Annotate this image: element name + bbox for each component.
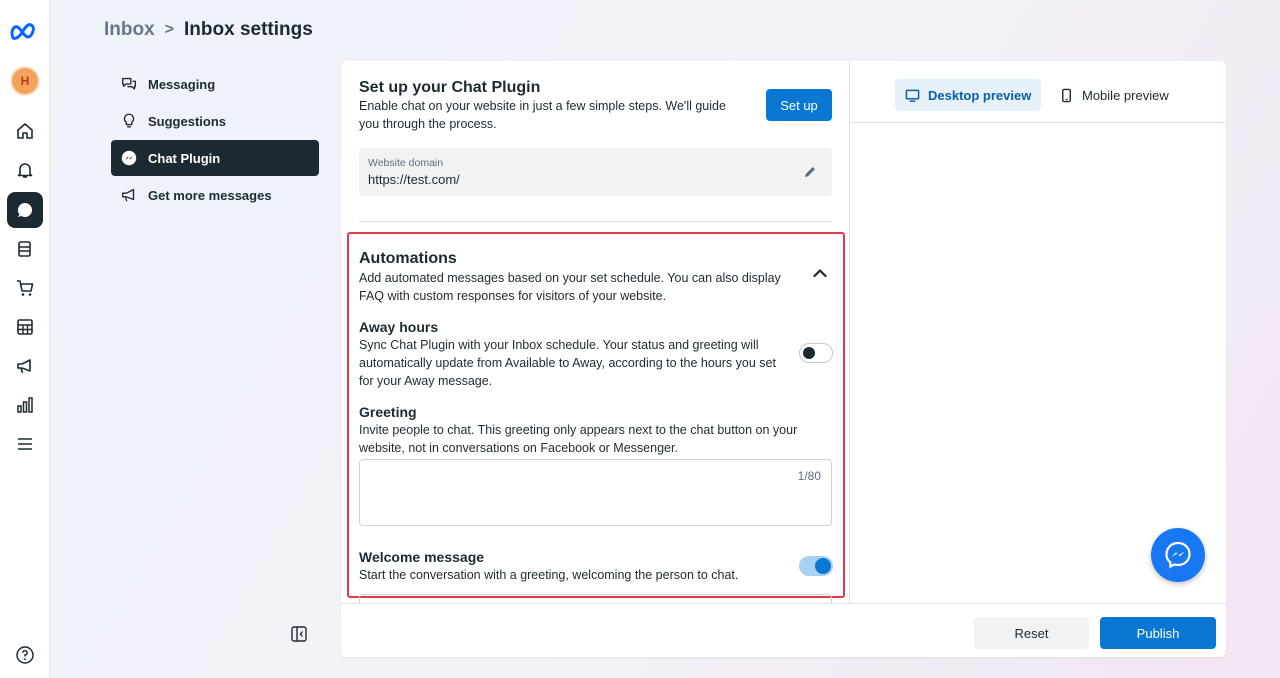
chat-plugin-card: Set up your Chat Plugin Enable chat on y…	[341, 61, 1226, 657]
welcome-message-input[interactable]	[359, 594, 832, 603]
welcome-message-description: Start the conversation with a greeting, …	[359, 568, 739, 582]
away-hours-title: Away hours	[359, 319, 439, 335]
home-icon[interactable]	[7, 113, 43, 149]
mobile-icon	[1062, 88, 1071, 102]
collapse-sidebar-icon[interactable]	[290, 625, 308, 643]
nav-item-label: Get more messages	[148, 187, 272, 203]
chevron-up-icon[interactable]	[811, 264, 829, 282]
away-hours-toggle[interactable]	[799, 343, 833, 363]
pencil-icon[interactable]	[802, 164, 818, 180]
website-domain-field[interactable]: Website domain https://test.com/	[359, 148, 832, 196]
speech-bubbles-icon	[122, 77, 136, 90]
breadcrumb-separator: >	[164, 21, 175, 38]
chat-icon[interactable]	[7, 192, 43, 228]
cart-icon[interactable]	[7, 270, 43, 306]
nav-item-label: Suggestions	[148, 113, 227, 129]
avatar[interactable]: H	[10, 66, 40, 96]
nav-item-messaging[interactable]: Messaging	[111, 66, 319, 102]
tab-mobile-preview[interactable]: Mobile preview	[1049, 79, 1179, 111]
meta-logo-icon[interactable]	[9, 20, 41, 44]
greeting-char-counter: 1/80	[797, 469, 821, 483]
preview-divider	[851, 122, 1226, 123]
megaphone-icon	[122, 188, 135, 202]
left-rail: H	[0, 0, 50, 678]
settings-nav: Messaging Suggestions Chat Plugin Get mo…	[111, 66, 319, 214]
tab-label: Desktop preview	[928, 87, 1032, 103]
nav-item-label: Chat Plugin	[148, 150, 221, 166]
reset-button[interactable]: Reset	[974, 617, 1089, 649]
nav-item-suggestions[interactable]: Suggestions	[111, 103, 319, 139]
away-hours-description: Sync Chat Plugin with your Inbox schedul…	[359, 338, 776, 388]
greeting-input[interactable]: 1/80	[359, 459, 832, 526]
preview-pane: Desktop preview Mobile preview	[851, 61, 1226, 603]
bell-icon[interactable]	[7, 152, 43, 188]
help-icon[interactable]	[15, 645, 35, 665]
tab-desktop-preview[interactable]: Desktop preview	[895, 79, 1042, 111]
automations-description: Add automated messages based on your set…	[359, 271, 781, 303]
nav-item-chat-plugin[interactable]: Chat Plugin	[111, 140, 319, 176]
domain-value: https://test.com/	[368, 172, 460, 187]
megaphone-icon[interactable]	[7, 348, 43, 384]
page-title: Inbox settings	[184, 19, 313, 40]
messenger-icon	[121, 150, 137, 166]
bar-chart-icon[interactable]	[7, 387, 43, 423]
publish-button[interactable]: Publish	[1100, 617, 1216, 649]
messenger-chat-button[interactable]	[1151, 528, 1205, 582]
footer-bar: Reset Publish	[341, 603, 1226, 657]
setup-button[interactable]: Set up	[766, 89, 832, 121]
pages-icon[interactable]	[7, 231, 43, 267]
automations-title: Automations	[359, 250, 457, 267]
nav-item-label: Messaging	[148, 76, 216, 92]
desktop-icon	[905, 89, 920, 102]
messenger-icon	[1165, 541, 1191, 569]
lightbulb-icon	[123, 113, 135, 128]
avatar-letter: H	[20, 74, 30, 88]
greeting-description: Invite people to chat. This greeting onl…	[359, 423, 798, 455]
greeting-title: Greeting	[359, 404, 417, 420]
breadcrumb-inbox[interactable]: Inbox	[104, 19, 155, 41]
tab-label: Mobile preview	[1082, 87, 1169, 103]
table-icon[interactable]	[7, 309, 43, 345]
breadcrumb: Inbox > Inbox settings	[104, 18, 313, 42]
menu-icon[interactable]	[7, 426, 43, 462]
settings-pane: Set up your Chat Plugin Enable chat on y…	[341, 61, 850, 603]
welcome-message-toggle[interactable]	[799, 556, 833, 576]
automations-section: Automations Add automated messages based…	[347, 232, 845, 603]
setup-description: Enable chat on your website in just a fe…	[359, 99, 726, 131]
domain-label: Website domain	[368, 157, 444, 169]
nav-item-get-more-messages[interactable]: Get more messages	[111, 177, 319, 213]
divider	[359, 221, 832, 222]
welcome-message-title: Welcome message	[359, 549, 485, 565]
setup-title: Set up your Chat Plugin	[359, 79, 541, 96]
